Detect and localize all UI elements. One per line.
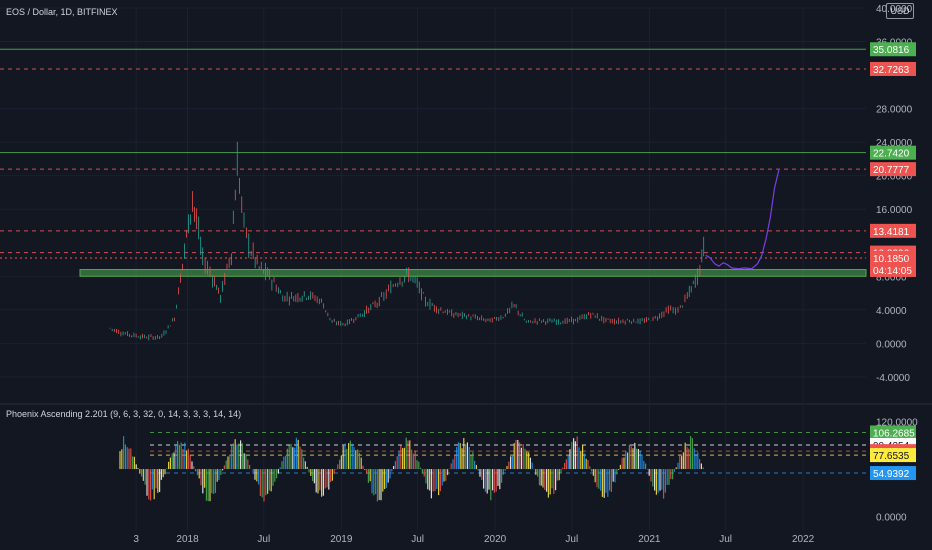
support-zone	[79, 269, 867, 277]
x-tick-label: 2018	[176, 534, 199, 545]
osc-level-tag-label: 106.2685	[873, 428, 915, 439]
y-tick-label: 4.0000	[876, 306, 907, 317]
current-price-label: 10.1850	[873, 254, 910, 265]
level-tag-label: 32.7263	[873, 65, 910, 76]
x-tick-label: 3	[133, 534, 139, 545]
countdown-label: 04:14:05	[873, 266, 912, 277]
level-tag-label: 22.7420	[873, 149, 910, 160]
y-tick-label: -4.0000	[876, 373, 910, 384]
x-tick-label: 2022	[792, 534, 815, 545]
osc-y-tick-label: 0.0000	[876, 513, 907, 524]
y-tick-label: 28.0000	[876, 105, 913, 116]
level-tag-label: 20.7777	[873, 165, 910, 176]
x-tick-label: Jul	[257, 534, 270, 545]
x-tick-label: Jul	[719, 534, 732, 545]
level-tag-label: 13.4181	[873, 227, 910, 238]
osc-level-tag-label: 54.9392	[873, 469, 910, 480]
x-tick-label: 2021	[638, 534, 661, 545]
osc-level-tag-label: 77.6535	[873, 451, 910, 462]
currency-button[interactable]: USD	[886, 3, 914, 19]
y-tick-label: 0.0000	[876, 339, 907, 350]
trading-chart[interactable]: 3 2018 Jul 2019 Jul 2020 Jul 2021 Jul 202240.0000…	[0, 0, 932, 550]
y-tick-label: 16.0000	[876, 205, 913, 216]
x-tick-label: Jul	[565, 534, 578, 545]
x-tick-label: 2020	[484, 534, 507, 545]
symbol-title: EOS / Dollar, 1D, BITFINEX	[6, 7, 118, 17]
level-tag-label: 35.0816	[873, 45, 910, 56]
support-zone-rect	[79, 269, 867, 277]
x-tick-label: Jul	[411, 534, 424, 545]
indicator-title: Phoenix Ascending 2.201 (9, 6, 3, 32, 0,…	[6, 409, 242, 419]
x-tick-label: 2019	[330, 534, 353, 545]
